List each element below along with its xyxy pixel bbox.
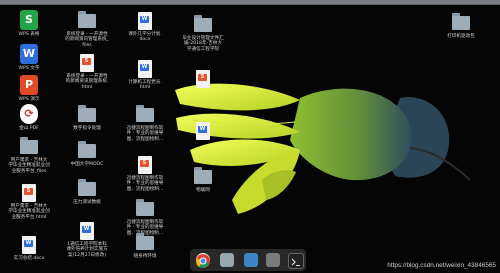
folder-icon — [452, 12, 470, 32]
desktop-icon-word-file[interactable]: W 1通信工程学院本科 课外培养计划实施方 案(12月27日修改) — [64, 222, 110, 258]
desktop-icon-label: 用户需求 - 吉林大 学毕业生精准就业创 业服务平台_files — [8, 158, 50, 174]
desktop-icon-label: 迅捷流程图制作软 件 - 专业的思维导 图、流程图绘制... — [126, 126, 164, 142]
word-file-icon: W — [22, 236, 36, 254]
desktop-icon-folder[interactable]: 数字指令处理 — [64, 104, 110, 131]
trash-icon[interactable] — [220, 253, 234, 267]
word-file-icon: W — [138, 12, 152, 30]
desktop-icon-label: WPS 表格 — [18, 32, 40, 37]
wps-presentation-icon: P — [20, 75, 38, 95]
desktop-icon-label: 金山 PDF — [19, 126, 39, 131]
html-file-icon: 5 — [22, 184, 36, 202]
monitor-icon[interactable] — [244, 253, 258, 267]
desktop-icon-folder[interactable]: 系统登录 - 一开源性 的新闻资讯管理系统_ files — [64, 10, 110, 48]
desktop-icon-label: 打印机驱动包 — [447, 34, 475, 39]
desktop-icon-label: 课外几学分计划. docx — [128, 32, 162, 43]
folder-icon — [78, 140, 96, 160]
folder-icon — [78, 178, 96, 198]
desktop-icon-folder[interactable]: 用户需求 - 吉林大 学毕业生精准就业创 业服务平台_files — [6, 136, 52, 174]
desktop-icon-word-file[interactable]: W — [180, 122, 226, 140]
top-panel — [0, 0, 500, 5]
word-file-icon: W — [80, 222, 94, 240]
desktop-icon-folder[interactable]: 压力测试数据 — [64, 178, 110, 205]
desktop-icon-folder[interactable]: 中国大学MOOC — [64, 140, 110, 167]
wps-sheets-icon: S — [20, 10, 38, 30]
desktop-icon-folder[interactable]: 打印机驱动包 — [438, 12, 484, 39]
desktop-icon-label: 系统登录 - 一开源性 的新闻资讯管理系统. html — [65, 74, 109, 90]
desktop-icon-label: 实习总结.docx — [13, 256, 45, 261]
desktop-icon-label: 1通信工程学院本科 课外培养计划实施方 案(12月27日修改) — [66, 242, 108, 258]
desktop-icon-word-file[interactable]: W 实习总结.docx — [6, 236, 52, 261]
desktop-icon-wps-sheets[interactable]: S WPS 表格 — [6, 10, 52, 37]
folder-icon — [78, 104, 96, 124]
folder-icon — [194, 14, 212, 34]
desktop-icon-html-file[interactable]: 5 — [180, 70, 226, 88]
desktop-icon-folder[interactable]: 随身待环境 — [122, 232, 168, 259]
terminal-icon[interactable] — [288, 253, 304, 269]
desktop-icon-label: 用户需求 - 吉林大 学毕业生精准就业创 业服务平台.html — [8, 204, 50, 220]
desktop-icon-label: 计算机工程党员. html — [128, 80, 162, 91]
desktop-icon-html-file[interactable]: 5 迅捷流程图制作软 件 - 专业的思维导 图、流程图绘制... — [122, 156, 168, 192]
word-file-icon: W — [196, 122, 210, 140]
desktop-icon-folder[interactable]: 迅捷流程图制作软 件 - 专业的思维导 图、流程图绘制... — [122, 198, 168, 236]
desktop-icon-label: 物联网 — [196, 188, 210, 193]
watermark-text: https://blog.csdn.net/weixin_43846565 — [387, 262, 496, 269]
desktop-icon-kingsoft-pdf[interactable]: ⟳ 金山 PDF — [6, 104, 52, 131]
chrome-icon[interactable] — [196, 253, 210, 268]
desktop-icon-label: 毕业设计管理文件汇 编-2018年-吉林大 学通信工程学院 — [182, 36, 224, 52]
desktop-icon-label: 压力测试数据 — [73, 200, 101, 205]
desktop-icon-folder[interactable]: 毕业设计管理文件汇 编-2018年-吉林大 学通信工程学院 — [180, 14, 226, 52]
desktop-icon-word-file[interactable]: W 课外几学分计划. docx — [122, 12, 168, 43]
desktop-icon-wps-writer[interactable]: W WPS 文字 — [6, 44, 52, 71]
word-file-icon: W — [138, 60, 152, 78]
desktop-icon-html-file[interactable]: W 计算机工程党员. html — [122, 60, 168, 91]
folder-icon — [136, 198, 154, 218]
html-file-icon: 5 — [196, 70, 210, 88]
folder-icon — [20, 136, 38, 156]
folder-icon — [136, 232, 154, 252]
html-file-icon: 5 — [80, 54, 94, 72]
folder-icon — [78, 10, 96, 30]
desktop-icon-label: 随身待环境 — [133, 254, 157, 259]
desktop-icon-label: 中国大学MOOC — [70, 162, 104, 167]
html-file-icon: 5 — [138, 156, 152, 174]
desktop-icon-label: 迅捷流程图制作软 件 - 专业的思维导 图、流程图绘制... — [126, 176, 164, 192]
desktop-icon-folder[interactable]: 迅捷流程图制作软 件 - 专业的思维导 图、流程图绘制... — [122, 104, 168, 142]
desktop-icon-label: 数字指令处理 — [73, 126, 101, 131]
dock — [190, 249, 306, 271]
desktop-icon-html-file[interactable]: 5 系统登录 - 一开源性 的新闻资讯管理系统. html — [64, 54, 110, 90]
folder-icon — [136, 104, 154, 124]
desktop-icon-label: WPS 演示 — [18, 97, 40, 102]
desktop-icon-label: 系统登录 - 一开源性 的新闻资讯管理系统_ files — [65, 32, 109, 48]
wps-writer-icon: W — [20, 44, 38, 64]
desktop-icon-html-file[interactable]: 5 用户需求 - 吉林大 学毕业生精准就业创 业服务平台.html — [6, 184, 52, 220]
desktop-icon-wps-presentation[interactable]: P WPS 演示 — [6, 75, 52, 102]
files-icon[interactable] — [266, 253, 280, 267]
pdf-icon: ⟳ — [20, 104, 38, 124]
folder-icon — [194, 166, 212, 186]
desktop-icon-label: WPS 文字 — [18, 66, 40, 71]
desktop-icon-folder[interactable]: 物联网 — [180, 166, 226, 193]
